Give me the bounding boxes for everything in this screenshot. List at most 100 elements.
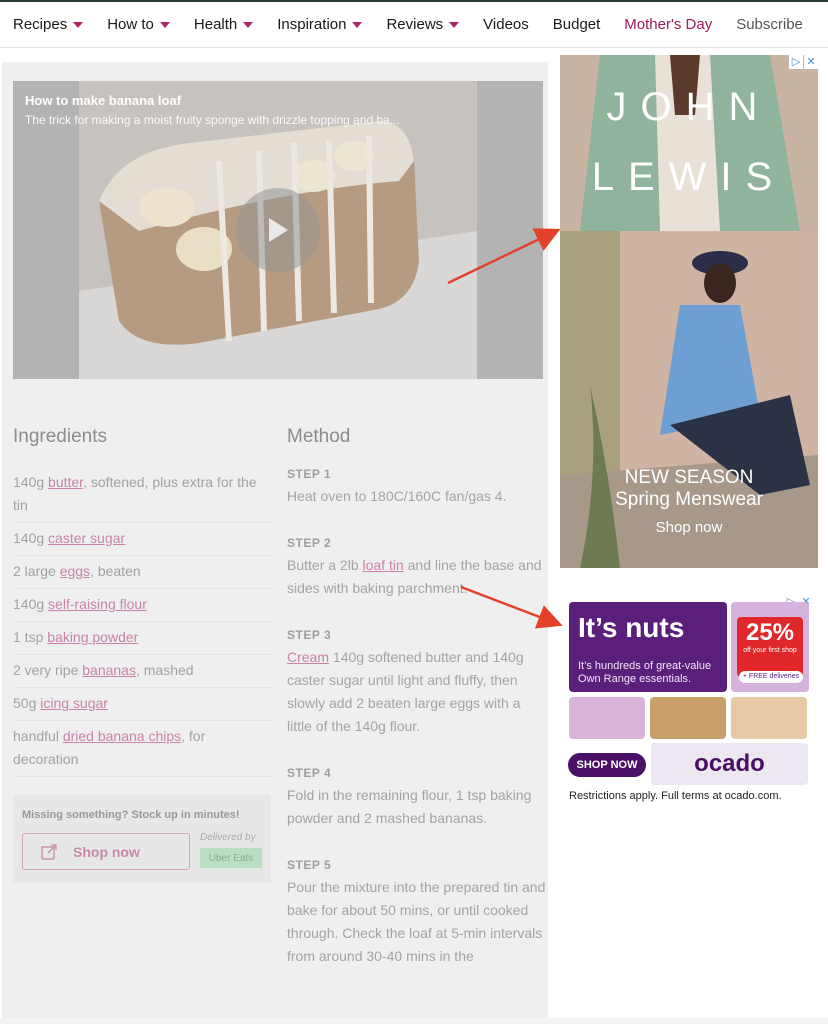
ingredient-item: 2 very ripe bananas, mashed <box>13 655 271 688</box>
chevron-down-icon <box>449 21 460 28</box>
ingredients-heading: Ingredients <box>13 426 108 447</box>
nav-item-label: How to <box>107 16 154 33</box>
discount-percent: 25% <box>745 619 795 646</box>
step-text: Fold in the remaining flour, 1 tsp bakin… <box>287 784 547 830</box>
ingredient-link[interactable]: dried banana chips <box>63 728 181 744</box>
shop-now-button[interactable]: SHOP NOW <box>568 753 646 777</box>
discount-subtext: off your first shop <box>743 647 797 654</box>
ingredient-link[interactable]: bananas <box>82 662 136 678</box>
ocado-ad[interactable]: ▷ ✕ It’s nuts It’s hundreds of great-val… <box>565 595 817 810</box>
shop-now-label: Shop now <box>73 843 140 860</box>
step-text: Pour the mixture into the prepared tin a… <box>287 876 547 968</box>
ingredients-list: 140g butter, softened, plus extra for th… <box>13 467 271 777</box>
chevron-down-icon <box>73 21 84 28</box>
ingredient-item: 140g caster sugar <box>13 523 271 556</box>
nav-item-label: Subscribe <box>736 16 803 33</box>
adchoices-icon[interactable]: ▷ <box>789 55 803 69</box>
video-player[interactable]: How to make banana loaf The trick for ma… <box>13 81 543 379</box>
nav-item-videos[interactable]: Videos <box>483 16 529 33</box>
ingredient-quantity: 50g <box>13 695 41 711</box>
ingredient-link[interactable]: self-raising flour <box>48 596 147 612</box>
nav-item-label: Budget <box>552 16 601 33</box>
nav-item-reviews[interactable]: Reviews <box>386 16 460 33</box>
step-label: STEP 2 <box>287 536 332 550</box>
chevron-down-icon <box>352 21 363 28</box>
john-lewis-logo-line1: JOHN <box>606 85 772 129</box>
ingredient-item: 140g self-raising flour <box>13 589 271 622</box>
ingredient-quantity: 2 very ripe <box>13 662 83 678</box>
ad-choices[interactable]: ▷ ✕ <box>789 55 818 69</box>
step-text-part: Fold in the remaining flour, 1 tsp bakin… <box>287 787 532 826</box>
ad-subtext: It’s hundreds of great-value Own Range e… <box>578 660 712 685</box>
ad-shop-now-link[interactable]: Shop now <box>560 519 818 536</box>
chevron-down-icon <box>159 21 170 28</box>
nav-item-label: Inspiration <box>277 16 347 33</box>
nav-item-recipes[interactable]: Recipes <box>13 16 84 33</box>
nav-item-label: Reviews <box>386 16 444 33</box>
ad-headline-menswear: Spring Menswear <box>615 489 763 510</box>
method-steps: STEP 1 Heat oven to 180C/160C fan/gas 4. S… <box>287 467 547 968</box>
step-text-part: Butter a 2lb <box>287 557 363 573</box>
product-image-pack <box>731 697 807 739</box>
video-subtitle: The trick for making a moist fruity spon… <box>25 113 400 127</box>
delivered-by-label: Delivered by <box>200 832 256 843</box>
step-link[interactable]: Cream <box>287 649 329 665</box>
nav-item-inspiration[interactable]: Inspiration <box>277 16 363 33</box>
close-icon[interactable]: ✕ <box>804 55 818 69</box>
free-deliveries-badge: + FREE deliveries <box>739 671 803 683</box>
nav-item-label: Mother's Day <box>624 16 713 33</box>
ingredient-quantity: 2 large <box>13 563 60 579</box>
ingredient-link[interactable]: caster sugar <box>48 530 125 546</box>
method-step: STEP 1 Heat oven to 180C/160C fan/gas 4. <box>287 467 547 508</box>
step-label: STEP 1 <box>287 467 332 481</box>
ocado-logo: ocado <box>651 743 808 785</box>
nav-item-mother-s-day[interactable]: Mother's Day <box>624 16 712 33</box>
ingredient-note: , beaten <box>90 563 141 579</box>
nav-item-label: Recipes <box>13 16 68 33</box>
main-nav: Recipes How to Health Inspiration Reviews Vid… <box>0 2 828 48</box>
video-title: How to make banana loaf <box>25 93 182 108</box>
ingredient-quantity: 140g <box>13 530 49 546</box>
nav-item-subscribe[interactable]: Subscribe <box>736 16 803 33</box>
method-step: STEP 2 Butter a 2lb loaf tin and line the… <box>287 536 547 600</box>
video-letterbox-right <box>477 81 543 379</box>
uber-eats-logo: Uber Eats <box>200 848 262 868</box>
step-link[interactable]: loaf tin <box>363 557 404 573</box>
ingredient-link[interactable]: baking powder <box>47 629 138 645</box>
nav-item-label: Videos <box>483 16 529 33</box>
nav-item-budget[interactable]: Budget <box>553 16 601 33</box>
missing-something-panel: Missing something? Stock up in minutes! … <box>13 795 271 883</box>
ingredient-quantity: 1 tsp <box>13 629 48 645</box>
nav-item-health[interactable]: Health <box>194 16 254 33</box>
john-lewis-ad[interactable]: ▷ ✕ JOHN LEWIS NEW SEASON Spring Menswea… <box>560 55 818 568</box>
discount-tag: 25% off your first shop <box>737 617 803 677</box>
discount-panel: 25% off your first shop + FREE deliverie… <box>731 602 809 692</box>
method-step: STEP 3 Cream 140g softened butter and 140… <box>287 628 547 738</box>
step-text: Cream 140g softened butter and 140g cast… <box>287 646 547 738</box>
method-heading: Method <box>287 426 351 447</box>
nav-item-how-to[interactable]: How to <box>107 16 170 33</box>
ad-headline: It’s nuts <box>578 612 685 643</box>
ingredient-quantity: 140g <box>13 596 49 612</box>
its-nuts-panel: It’s nuts It’s hundreds of great-value O… <box>569 602 727 692</box>
step-label: STEP 5 <box>287 858 332 872</box>
ad-terms: Restrictions apply. Full terms at ocado.… <box>569 790 782 802</box>
ingredient-item: 2 large eggs, beaten <box>13 556 271 589</box>
ingredient-item: 140g butter, softened, plus extra for th… <box>13 467 271 523</box>
ingredient-link[interactable]: butter <box>48 474 83 490</box>
ingredient-link[interactable]: eggs <box>60 563 90 579</box>
bottom-edge <box>0 1018 828 1024</box>
shop-now-button[interactable]: Shop now <box>22 833 190 870</box>
ingredient-link[interactable]: icing sugar <box>40 695 108 711</box>
recipe-content: How to make banana loaf The trick for ma… <box>2 62 548 1024</box>
ingredient-item: 1 tsp baking powder <box>13 622 271 655</box>
method-step: STEP 4 Fold in the remaining flour, 1 tsp… <box>287 766 547 830</box>
product-image-nuts <box>569 697 645 739</box>
method-step: STEP 5 Pour the mixture into the prepared… <box>287 858 547 968</box>
step-text: Butter a 2lb loaf tin and line the base … <box>287 554 547 600</box>
missing-something-title: Missing something? Stock up in minutes! <box>22 809 240 821</box>
ingredient-note: , mashed <box>135 662 194 678</box>
step-label: STEP 4 <box>287 766 332 780</box>
ingredient-quantity: 140g <box>13 474 49 490</box>
play-button[interactable] <box>236 188 320 272</box>
